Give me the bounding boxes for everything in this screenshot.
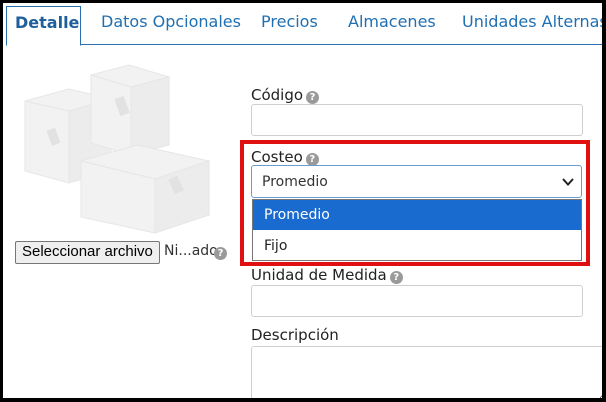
tab-datos-opcionales[interactable]: Datos Opcionales (101, 6, 241, 46)
costeo-select[interactable]: Promedio (251, 165, 582, 198)
tab-bar: Detalle Datos Opcionales Precios Almacen… (6, 6, 602, 46)
question-circle-icon[interactable]: ? (306, 91, 320, 104)
chevron-down-icon (562, 178, 574, 186)
unidad-medida-label-text: Unidad de Medida (251, 266, 387, 284)
question-circle-icon[interactable]: ? (214, 247, 227, 260)
tab-almacenes[interactable]: Almacenes (348, 6, 436, 46)
product-placeholder-image (24, 64, 211, 234)
question-circle-icon[interactable]: ? (389, 271, 403, 284)
tab-precios[interactable]: Precios (261, 6, 318, 46)
unidad-medida-field[interactable] (251, 285, 583, 317)
costeo-option-promedio[interactable]: Promedio (253, 200, 581, 230)
costeo-option-fijo[interactable]: Fijo (253, 231, 581, 261)
costeo-dropdown-list: Promedio Fijo (252, 199, 582, 261)
selected-file-name: Ni...ado (164, 243, 218, 259)
codigo-label: Código? (251, 86, 320, 104)
descripcion-label: Descripción (251, 326, 339, 344)
tab-unidades-alternas[interactable]: Unidades Alternas (462, 6, 602, 46)
codigo-field[interactable] (251, 104, 583, 136)
choose-file-button[interactable]: Seleccionar archivo (15, 241, 160, 264)
costeo-label-text: Costeo (251, 148, 303, 166)
unidad-medida-label: Unidad de Medida? (251, 266, 403, 284)
tab-detalle[interactable]: Detalle (6, 6, 81, 46)
costeo-selected-value: Promedio (262, 174, 328, 190)
screenshot-frame: Detalle Datos Opcionales Precios Almacen… (0, 0, 606, 402)
descripcion-field[interactable] (251, 346, 602, 398)
costeo-label: Costeo? (251, 148, 319, 166)
codigo-label-text: Código (251, 86, 304, 104)
